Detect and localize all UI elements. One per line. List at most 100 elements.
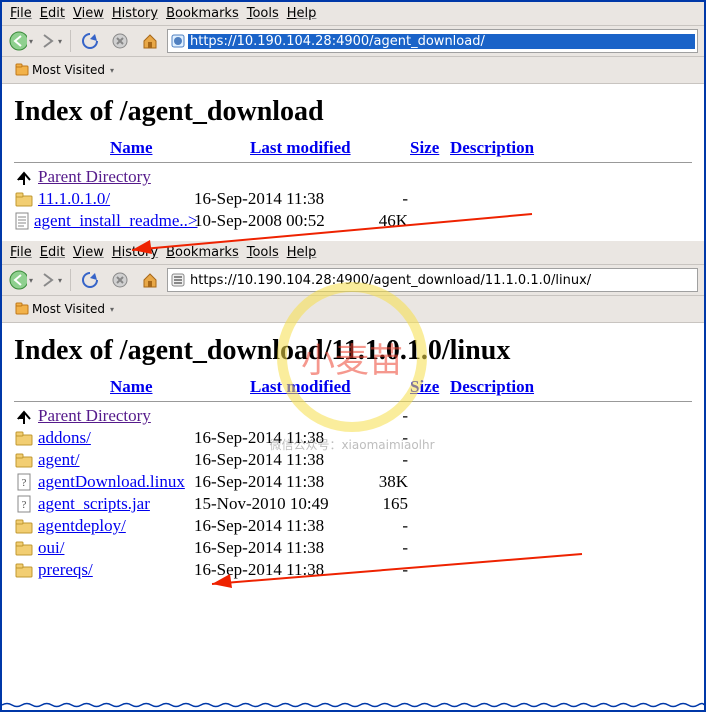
page-content-upper: Index of /agent_download Name Last modif… <box>2 84 704 241</box>
stop-icon <box>112 272 128 288</box>
dropdown-arrow-icon: ▾ <box>58 276 62 285</box>
file-size: 46K <box>364 211 408 231</box>
file-modified: 15-Nov-2010 10:49 <box>194 494 364 514</box>
listing-row: prereqs/16-Sep-2014 11:38- <box>14 560 692 580</box>
stop-button[interactable] <box>107 268 133 292</box>
svg-text:?: ? <box>22 477 27 489</box>
file-modified: 16-Sep-2014 11:38 <box>194 428 364 448</box>
file-modified: 16-Sep-2014 11:38 <box>194 450 364 470</box>
menu-view[interactable]: View <box>73 6 104 21</box>
file-modified: 10-Sep-2008 00:52 <box>194 211 364 231</box>
address-bar[interactable]: https://10.190.104.28:4900/agent_downloa… <box>167 268 698 292</box>
back-icon <box>9 31 27 51</box>
menu-tools[interactable]: Tools <box>247 245 279 260</box>
home-icon <box>141 32 159 50</box>
most-visited-button[interactable]: Most Visited ▾ <box>8 299 121 319</box>
file-link[interactable]: agentdeploy/ <box>38 516 126 536</box>
file-link[interactable]: Parent Directory <box>38 167 151 187</box>
col-size[interactable]: Size <box>410 377 450 397</box>
toolbar: ▾ ▾ https://10.190.104.28:4900/agent_dow… <box>2 26 704 57</box>
listing-row: agent/16-Sep-2014 11:38- <box>14 450 692 470</box>
address-bar-text[interactable]: https://10.190.104.28:4900/agent_downloa… <box>188 34 695 49</box>
svg-text:?: ? <box>22 499 27 511</box>
reload-icon <box>81 271 99 289</box>
back-button[interactable]: ▾ <box>8 29 34 53</box>
address-bar-text[interactable]: https://10.190.104.28:4900/agent_downloa… <box>188 273 695 288</box>
file-size: - <box>364 428 408 448</box>
folder-rss-icon <box>15 302 29 316</box>
menu-tools[interactable]: Tools <box>247 6 279 21</box>
folder-icon <box>14 452 34 468</box>
menu-history[interactable]: History <box>112 6 158 21</box>
dropdown-arrow-icon: ▾ <box>29 37 33 46</box>
listing-body: Parent Directory-addons/16-Sep-2014 11:3… <box>14 406 692 580</box>
listing-header: Name Last modified Size Description <box>14 377 692 397</box>
menu-help[interactable]: Help <box>287 6 317 21</box>
forward-button[interactable]: ▾ <box>38 29 64 53</box>
col-desc[interactable]: Description <box>450 377 534 397</box>
file-size: - <box>364 406 408 426</box>
col-modified[interactable]: Last modified <box>250 138 410 158</box>
stop-button[interactable] <box>107 29 133 53</box>
dropdown-arrow-icon: ▾ <box>58 37 62 46</box>
forward-icon <box>40 272 56 288</box>
col-name[interactable]: Name <box>110 377 250 397</box>
folder-rss-icon <box>15 63 29 77</box>
text-icon <box>14 212 30 230</box>
menu-edit[interactable]: Edit <box>40 6 65 21</box>
file-link[interactable]: agent_install_readme..> <box>34 211 197 231</box>
menubar: File Edit View History Bookmarks Tools H… <box>2 2 704 26</box>
menu-history[interactable]: History <box>112 245 158 260</box>
page-identity-icon[interactable] <box>170 272 186 288</box>
back-button[interactable]: ▾ <box>8 268 34 292</box>
unknown-icon: ? <box>14 473 34 491</box>
most-visited-label: Most Visited <box>32 302 105 316</box>
col-size[interactable]: Size <box>410 138 450 158</box>
menu-bookmarks[interactable]: Bookmarks <box>166 245 239 260</box>
unknown-icon: ? <box>14 495 34 513</box>
separator <box>70 30 71 52</box>
file-link[interactable]: addons/ <box>38 428 91 448</box>
file-link[interactable]: agent_scripts.jar <box>38 494 150 514</box>
menubar: File Edit View History Bookmarks Tools H… <box>2 241 704 265</box>
reload-icon <box>81 32 99 50</box>
file-link[interactable]: agentDownload.linux <box>38 472 185 492</box>
browser-window-1: File Edit View History Bookmarks Tools H… <box>2 2 704 241</box>
address-bar[interactable]: https://10.190.104.28:4900/agent_downloa… <box>167 29 698 53</box>
up-icon <box>14 169 34 185</box>
rule <box>14 162 692 163</box>
page-identity-icon[interactable] <box>170 33 186 49</box>
listing-header: Name Last modified Size Description <box>14 138 692 158</box>
back-icon <box>9 270 27 290</box>
folder-icon <box>14 518 34 534</box>
file-link[interactable]: agent/ <box>38 450 80 470</box>
menu-file[interactable]: File <box>10 6 32 21</box>
col-modified[interactable]: Last modified <box>250 377 410 397</box>
home-button[interactable] <box>137 268 163 292</box>
file-modified: 16-Sep-2014 11:38 <box>194 538 364 558</box>
menu-edit[interactable]: Edit <box>40 245 65 260</box>
menu-help[interactable]: Help <box>287 245 317 260</box>
col-name[interactable]: Name <box>110 138 250 158</box>
file-link[interactable]: oui/ <box>38 538 64 558</box>
listing-row: oui/16-Sep-2014 11:38- <box>14 538 692 558</box>
file-link[interactable]: prereqs/ <box>38 560 93 580</box>
menu-file[interactable]: File <box>10 245 32 260</box>
file-link[interactable]: Parent Directory <box>38 406 151 426</box>
separator <box>70 269 71 291</box>
forward-icon <box>40 33 56 49</box>
reload-button[interactable] <box>77 268 103 292</box>
home-icon <box>141 271 159 289</box>
file-modified: 16-Sep-2014 11:38 <box>194 472 364 492</box>
reload-button[interactable] <box>77 29 103 53</box>
menu-view[interactable]: View <box>73 245 104 260</box>
file-link[interactable]: 11.1.0.1.0/ <box>38 189 110 209</box>
menu-bookmarks[interactable]: Bookmarks <box>166 6 239 21</box>
listing-row: ?agent_scripts.jar15-Nov-2010 10:49165 <box>14 494 692 514</box>
most-visited-button[interactable]: Most Visited ▾ <box>8 60 121 80</box>
listing-row: addons/16-Sep-2014 11:38- <box>14 428 692 448</box>
col-desc[interactable]: Description <box>450 138 534 158</box>
home-button[interactable] <box>137 29 163 53</box>
listing-row: Parent Directory - <box>14 406 692 426</box>
forward-button[interactable]: ▾ <box>38 268 64 292</box>
